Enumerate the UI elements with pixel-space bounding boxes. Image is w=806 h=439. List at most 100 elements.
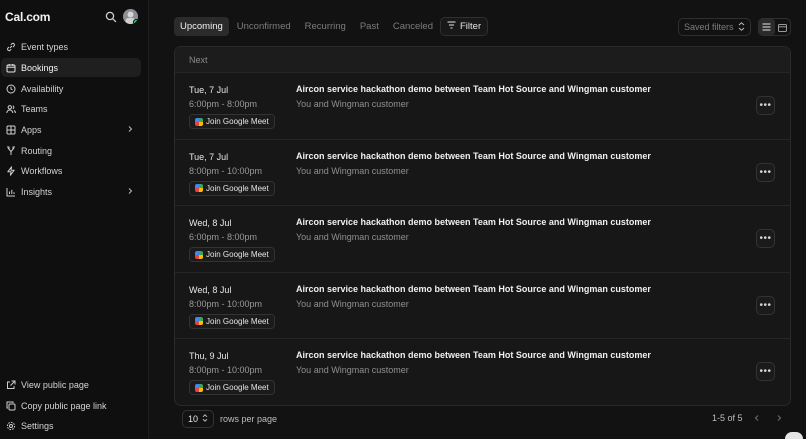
join-google-meet-button[interactable]: Join Google Meet [189, 313, 275, 329]
booking-date: Tue, 7 Jul [189, 151, 229, 162]
search-icon[interactable] [105, 11, 117, 23]
sidebar-item-label: View public page [21, 379, 89, 390]
brand-logo[interactable]: Cal.com [5, 10, 50, 24]
booking-title: Aircon service hackathon demo between Te… [296, 350, 651, 360]
filter-icon [447, 21, 456, 32]
sidebar-item-insights[interactable]: Insights [1, 182, 141, 201]
booking-date: Wed, 8 Jul [189, 284, 232, 295]
more-options-button[interactable]: ••• [756, 295, 775, 315]
online-status-dot [133, 19, 138, 24]
ellipsis-icon: ••• [759, 100, 772, 111]
tab-upcoming[interactable]: Upcoming [174, 17, 229, 36]
sidebar-item-event-types[interactable]: Event types [1, 37, 141, 56]
saved-filters-select[interactable]: Saved filters [678, 18, 751, 36]
join-google-meet-label: Join Google Meet [206, 316, 269, 326]
tab-past[interactable]: Past [354, 17, 385, 36]
copy-icon [5, 400, 16, 411]
booking-time: 8:00pm - 10:00pm [189, 298, 263, 309]
join-google-meet-button[interactable]: Join Google Meet [189, 247, 275, 262]
next-page-button[interactable] [771, 410, 787, 426]
filter-button[interactable]: Filter [440, 17, 489, 36]
booking-time: 6:00pm - 8:00pm [189, 232, 258, 242]
tab-unconfirmed[interactable]: Unconfirmed [231, 17, 297, 36]
rows-per-page-value: 10 [188, 414, 199, 424]
join-google-meet-button[interactable]: Join Google Meet [189, 180, 275, 196]
sidebar-item-settings[interactable]: Settings [1, 416, 141, 435]
sidebar-item-label: Bookings [21, 62, 59, 73]
calendar-view-icon[interactable] [775, 19, 791, 35]
google-meet-icon [195, 184, 203, 192]
google-meet-icon [195, 117, 203, 126]
booking-title: Aircon service hackathon demo between Te… [296, 84, 651, 94]
booking-attendees: You and Wingman customer [296, 165, 409, 176]
booking-attendees: You and Wingman customer [296, 232, 409, 242]
ellipsis-icon: ••• [759, 233, 772, 244]
booking-row[interactable]: Wed, 8 Jul 6:00pm - 8:00pm Join Google M… [175, 206, 790, 273]
chevron-right-icon [126, 125, 134, 133]
booking-row[interactable]: Tue, 7 Jul 6:00pm - 8:00pm Join Google M… [175, 73, 790, 140]
copy-public-page-link-button[interactable]: Copy public page link [1, 396, 141, 415]
join-google-meet-label: Join Google Meet [206, 117, 269, 126]
google-meet-icon [195, 317, 203, 325]
users-icon [5, 103, 16, 114]
tab-canceled[interactable]: Canceled [387, 17, 439, 36]
sidebar-item-label: Copy public page link [21, 400, 107, 411]
booking-row[interactable]: Wed, 8 Jul 8:00pm - 10:00pm Join Google … [175, 272, 790, 339]
clock-icon [5, 83, 16, 94]
sidebar-item-label: Settings [21, 420, 54, 431]
ellipsis-icon: ••• [759, 166, 772, 178]
more-options-button[interactable]: ••• [756, 162, 775, 182]
external-link-icon [5, 379, 16, 390]
calendar-icon [5, 62, 16, 73]
support-chat-bubble[interactable] [785, 432, 803, 439]
section-header: Next [175, 47, 790, 73]
pagination: 1-5 of 5 [712, 410, 787, 426]
booking-attendees: You and Wingman customer [296, 365, 409, 375]
sidebar-item-routing[interactable]: Routing [1, 141, 141, 160]
view-toggle [758, 18, 791, 36]
more-options-button[interactable]: ••• [756, 96, 775, 115]
zap-icon [5, 165, 16, 176]
sidebar-item-label: Insights [21, 186, 53, 197]
sidebar-item-label: Apps [21, 124, 42, 135]
routing-icon [5, 145, 16, 156]
chevron-up-down-icon [202, 414, 208, 424]
sidebar-item-label: Teams [21, 103, 48, 114]
booking-row[interactable]: Tue, 7 Jul 8:00pm - 10:00pm Join Google … [175, 139, 790, 206]
chevron-right-icon [126, 187, 134, 195]
sidebar-item-bookings[interactable]: Bookings [1, 58, 141, 77]
sidebar: Cal.com Event types Bookings Availabilit… [0, 0, 149, 439]
booking-attendees: You and Wingman customer [296, 298, 409, 309]
sidebar-item-label: Routing [21, 145, 53, 156]
rows-per-page-select[interactable]: 10 [182, 410, 214, 428]
join-google-meet-button[interactable]: Join Google Meet [189, 380, 275, 395]
main-content: Upcoming Unconfirmed Recurring Past Canc… [149, 0, 806, 439]
bookings-tabs: Upcoming Unconfirmed Recurring Past Canc… [174, 17, 439, 36]
join-google-meet-label: Join Google Meet [206, 183, 269, 193]
sidebar-item-teams[interactable]: Teams [1, 99, 141, 118]
link-icon [5, 41, 16, 52]
booking-row[interactable]: Thu, 9 Jul 8:00pm - 10:00pm Join Google … [175, 339, 790, 405]
tab-recurring[interactable]: Recurring [299, 17, 352, 36]
booking-time: 8:00pm - 10:00pm [189, 365, 263, 375]
list-view-icon[interactable] [759, 19, 775, 35]
booking-title: Aircon service hackathon demo between Te… [296, 217, 651, 227]
avatar[interactable] [123, 9, 138, 24]
sidebar-item-label: Event types [21, 41, 69, 52]
booking-title: Aircon service hackathon demo between Te… [296, 283, 651, 294]
sidebar-item-availability[interactable]: Availability [1, 79, 141, 98]
more-options-button[interactable]: ••• [756, 229, 775, 248]
chart-icon [5, 186, 16, 197]
bookings-list: Next Tue, 7 Jul 6:00pm - 8:00pm Join Goo… [174, 46, 791, 406]
join-google-meet-label: Join Google Meet [206, 383, 269, 392]
more-options-button[interactable]: ••• [756, 362, 775, 381]
sidebar-item-workflows[interactable]: Workflows [1, 161, 141, 180]
join-google-meet-button[interactable]: Join Google Meet [189, 114, 275, 129]
sidebar-item-apps[interactable]: Apps [1, 120, 141, 139]
previous-page-button[interactable] [749, 410, 765, 426]
google-meet-icon [195, 383, 203, 392]
booking-attendees: You and Wingman customer [296, 99, 409, 109]
grid-icon [5, 124, 16, 135]
view-public-page-link[interactable]: View public page [1, 375, 141, 394]
booking-time: 8:00pm - 10:00pm [189, 165, 263, 176]
